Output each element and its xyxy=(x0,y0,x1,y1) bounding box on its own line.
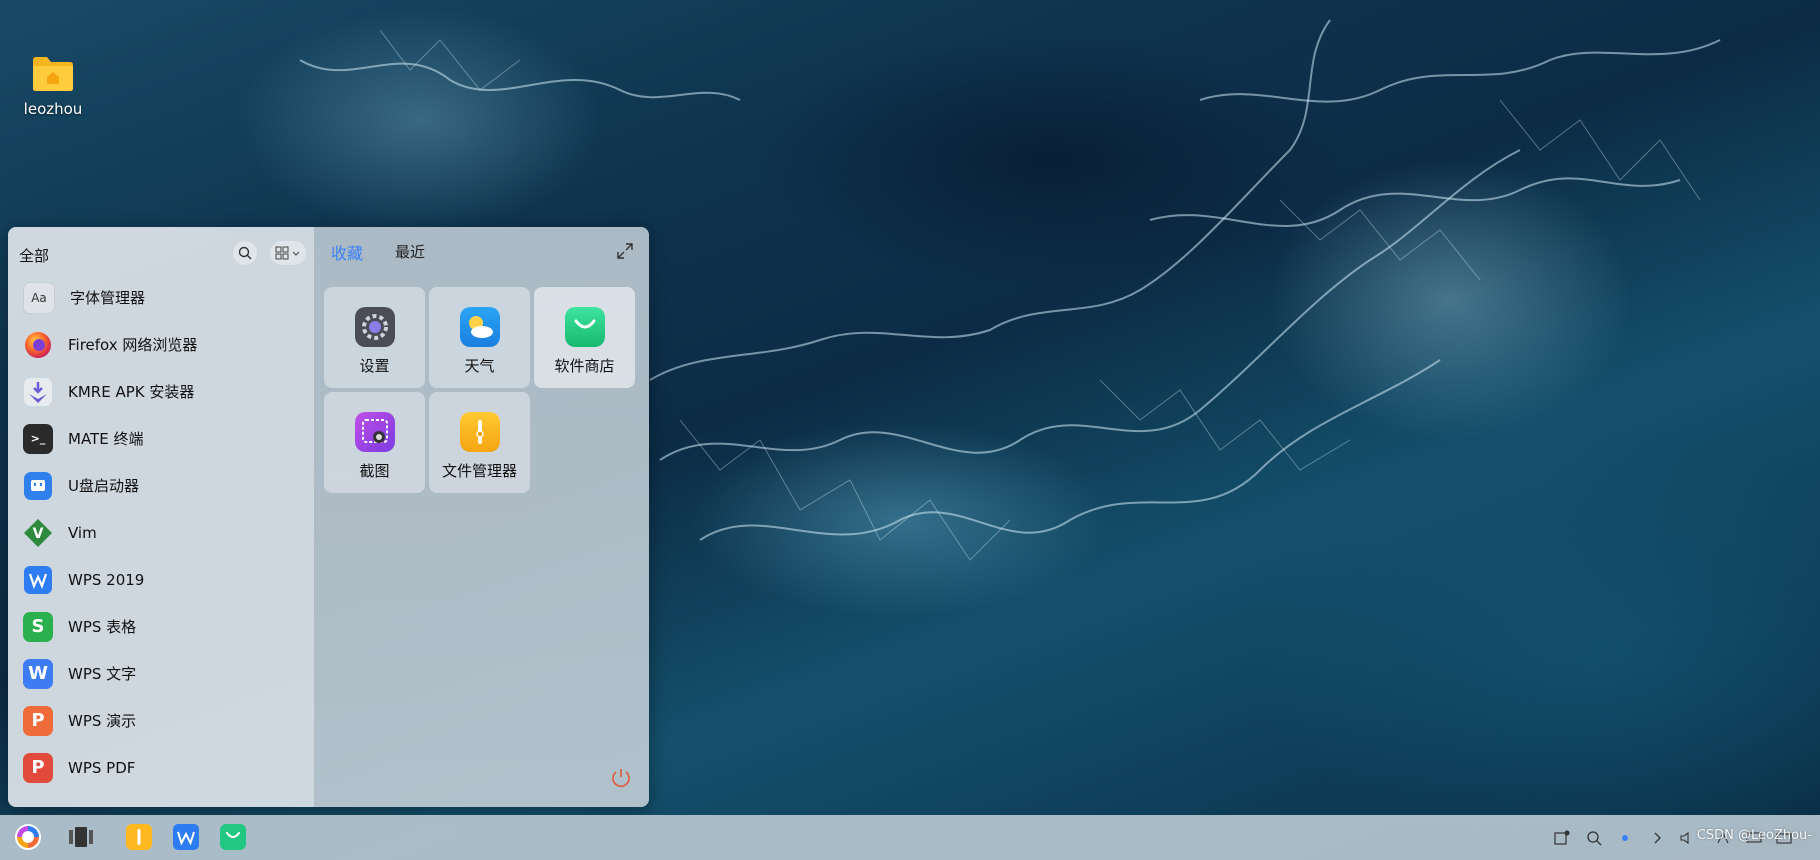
wps-pdf-icon: P xyxy=(23,752,53,783)
taskbar-wps[interactable] xyxy=(172,823,200,851)
expand-icon xyxy=(617,243,633,259)
watermark-text: CSDN @LeoZhou- xyxy=(1696,828,1812,843)
ukui-start-icon xyxy=(15,824,41,850)
firefox-icon xyxy=(25,331,51,358)
search-button[interactable] xyxy=(233,241,257,265)
taskbar-software-store[interactable] xyxy=(219,823,247,851)
multitask-view-button[interactable] xyxy=(67,823,95,851)
vim-icon: V xyxy=(24,518,52,547)
wps-presentation-icon: P xyxy=(23,705,53,736)
app-item-wps-2019[interactable]: WPS 2019 xyxy=(8,556,314,603)
app-item-vim[interactable]: V Vim xyxy=(8,509,314,556)
app-item-wps-pdf[interactable]: P WPS PDF xyxy=(8,744,314,791)
all-apps-pane: 全部 Aa 字体管理器 Firefox 网络浏览器 KMRE APK 安装器 >… xyxy=(8,227,314,807)
fav-tile-screenshot[interactable]: 截图 xyxy=(324,392,425,493)
app-item-usb-boot[interactable]: U盘启动器 xyxy=(8,462,314,509)
wps-writer-icon: W xyxy=(23,658,53,689)
wps-2019-icon xyxy=(173,824,199,850)
app-label: KMRE APK 安装器 xyxy=(68,383,195,401)
app-label: Firefox 网络浏览器 xyxy=(68,336,198,354)
file-manager-icon xyxy=(459,412,500,452)
kmre-apk-icon xyxy=(24,377,52,406)
volume-icon xyxy=(1680,831,1689,845)
view-mode-button[interactable] xyxy=(270,241,306,265)
app-label: Vim xyxy=(68,523,97,542)
fav-tile-file-manager[interactable]: 文件管理器 xyxy=(429,392,530,493)
expand-button[interactable] xyxy=(616,242,634,264)
power-icon xyxy=(612,769,630,787)
wps-2019-icon xyxy=(24,565,52,594)
fav-label: 软件商店 xyxy=(554,357,615,375)
app-item-kmre-apk[interactable]: KMRE APK 安装器 xyxy=(8,368,314,415)
fav-label: 天气 xyxy=(464,357,495,375)
taskbar-file-manager[interactable] xyxy=(125,823,153,851)
desktop-folder-home[interactable]: leozhou xyxy=(16,54,90,118)
app-item-wps-presentation[interactable]: P WPS 演示 xyxy=(8,697,314,744)
desktop-icon-label: leozhou xyxy=(23,100,83,118)
app-item-mate-terminal[interactable]: >_ MATE 终端 xyxy=(8,415,314,462)
app-item-firefox[interactable]: Firefox 网络浏览器 xyxy=(8,321,314,368)
tray-volume[interactable] xyxy=(1678,829,1696,847)
app-label: WPS 文字 xyxy=(68,665,137,683)
weather-icon xyxy=(459,307,500,347)
app-label: MATE 终端 xyxy=(68,430,144,448)
app-label: WPS 演示 xyxy=(68,712,137,730)
start-button[interactable] xyxy=(14,823,42,851)
search-icon xyxy=(1587,831,1602,846)
file-manager-icon xyxy=(126,824,152,850)
fav-tile-software-store[interactable]: 软件商店 xyxy=(534,287,635,388)
terminal-icon: >_ xyxy=(23,423,53,454)
desktop[interactable]: leozhou 全部 Aa 字体管理器 Firefox 网络浏览器 KMRE A… xyxy=(0,0,1820,860)
app-label: U盘启动器 xyxy=(68,477,139,495)
screenshot-icon xyxy=(354,412,395,452)
app-item-wps-writer[interactable]: W WPS 文字 xyxy=(8,650,314,697)
start-menu: 全部 Aa 字体管理器 Firefox 网络浏览器 KMRE APK 安装器 >… xyxy=(8,227,649,807)
tray-search[interactable] xyxy=(1585,829,1603,847)
usb-boot-icon xyxy=(24,471,52,500)
power-button[interactable] xyxy=(610,767,632,793)
settings-icon xyxy=(354,307,395,347)
app-label: WPS 表格 xyxy=(68,618,137,636)
software-store-icon xyxy=(564,307,605,347)
network-icon xyxy=(1622,835,1628,841)
notification-icon xyxy=(1554,830,1570,845)
software-store-icon xyxy=(220,824,246,850)
grid-view-icon xyxy=(275,246,300,260)
taskbar: CSDN @LeoZhou- xyxy=(0,815,1820,860)
tray-network[interactable] xyxy=(1616,829,1634,847)
fav-tile-weather[interactable]: 天气 xyxy=(429,287,530,388)
fav-tile-settings[interactable]: 设置 xyxy=(324,287,425,388)
fav-label: 设置 xyxy=(359,357,390,375)
app-list: Aa 字体管理器 Firefox 网络浏览器 KMRE APK 安装器 >_ M… xyxy=(8,274,314,791)
search-icon xyxy=(238,246,252,260)
app-item-font-manager[interactable]: Aa 字体管理器 xyxy=(8,274,314,321)
app-label: WPS PDF xyxy=(68,758,136,777)
svg-text:V: V xyxy=(33,526,44,542)
wps-sheet-icon: S xyxy=(23,611,53,642)
app-item-wps-sheet[interactable]: S WPS 表格 xyxy=(8,603,314,650)
tray-notification-center[interactable] xyxy=(1553,829,1571,847)
chevron-right-icon xyxy=(1654,832,1661,844)
app-label: WPS 2019 xyxy=(68,570,145,589)
tray-expand[interactable] xyxy=(1648,829,1666,847)
app-label: 字体管理器 xyxy=(70,289,146,307)
folder-icon xyxy=(33,57,73,91)
tab-recent[interactable]: 最近 xyxy=(395,241,425,262)
all-apps-title: 全部 xyxy=(19,247,50,265)
tab-favorites[interactable]: 收藏 xyxy=(331,240,363,264)
multitask-view-icon xyxy=(69,827,93,847)
fav-label: 文件管理器 xyxy=(441,462,517,480)
fav-label: 截图 xyxy=(359,462,390,480)
font-manager-icon: Aa xyxy=(23,281,55,314)
